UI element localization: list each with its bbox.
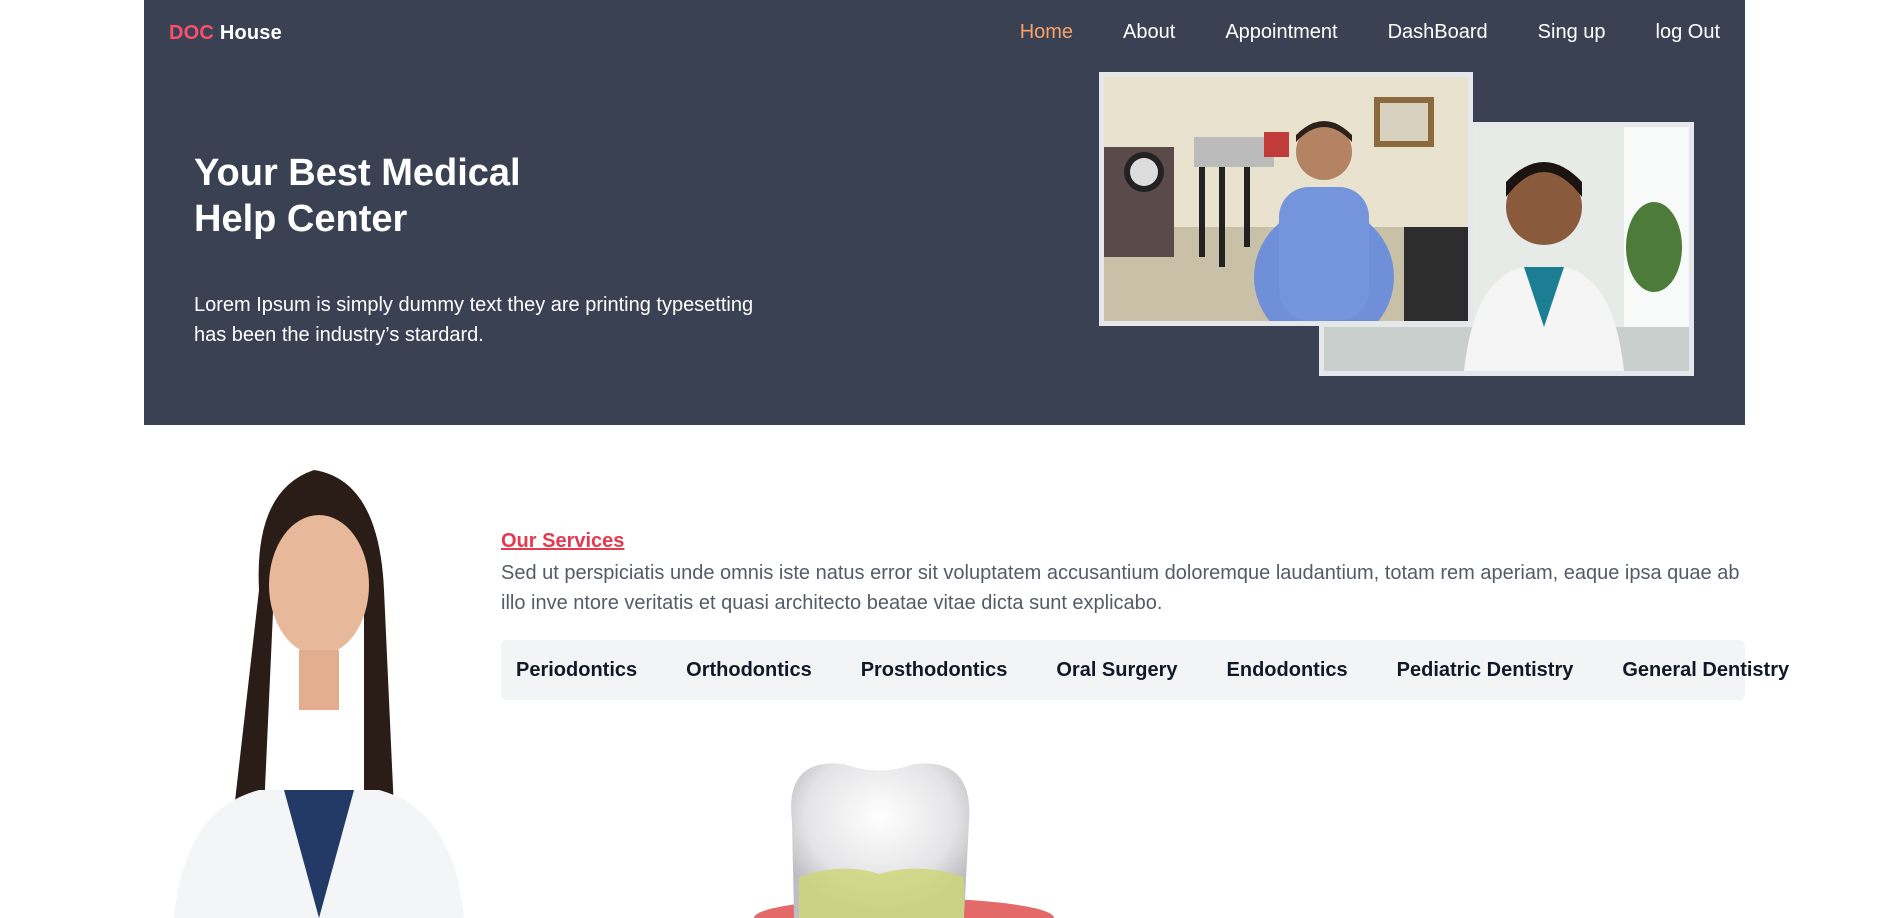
tab-oral-surgery[interactable]: Oral Surgery (1056, 659, 1177, 682)
brand-prefix: DOC (169, 22, 215, 44)
nav-dashboard[interactable]: DashBoard (1388, 21, 1488, 44)
navbar: DOC House Home About Appointment DashBoa… (144, 0, 1745, 66)
hero-title-line1: Your Best Medical (194, 152, 521, 194)
female-doctor-image (164, 470, 464, 918)
hero-section: DOC House Home About Appointment DashBoa… (144, 0, 1745, 425)
nav-about[interactable]: About (1123, 21, 1175, 44)
services-tabs: Periodontics Orthodontics Prosthodontics… (501, 640, 1789, 700)
tab-orthodontics[interactable]: Orthodontics (686, 659, 812, 682)
tab-endodontics[interactable]: Endodontics (1227, 659, 1348, 682)
tab-general-dentistry[interactable]: General Dentistry (1622, 659, 1789, 682)
doctor-office-photo (1099, 72, 1473, 326)
tab-pediatric-dentistry[interactable]: Pediatric Dentistry (1397, 659, 1574, 682)
hero-description: Lorem Ipsum is simply dummy text they ar… (194, 290, 794, 350)
brand-suffix: House (219, 22, 282, 44)
services-title[interactable]: Our Services (501, 530, 624, 553)
nav-home[interactable]: Home (1020, 21, 1073, 44)
brand-logo[interactable]: DOC House (169, 22, 282, 45)
nav-appointment[interactable]: Appointment (1225, 21, 1337, 44)
hero-text-line2: has been the industry’s stardard. (194, 324, 484, 346)
tab-prosthodontics[interactable]: Prosthodontics (861, 659, 1008, 682)
tooth-illustration (674, 752, 1054, 918)
hero-title-line2: Help Center (194, 198, 408, 240)
nav-log-out[interactable]: log Out (1656, 21, 1720, 44)
hero-text-line1: Lorem Ipsum is simply dummy text they ar… (194, 294, 754, 316)
services-description: Sed ut perspiciatis unde omnis iste natu… (501, 562, 1740, 614)
tab-periodontics[interactable]: Periodontics (516, 659, 637, 682)
hero-title: Your Best Medical Help Center (194, 150, 594, 242)
main-nav: Home About Appointment DashBoard Sing up… (970, 21, 1720, 44)
nav-sign-up[interactable]: Sing up (1538, 21, 1606, 44)
